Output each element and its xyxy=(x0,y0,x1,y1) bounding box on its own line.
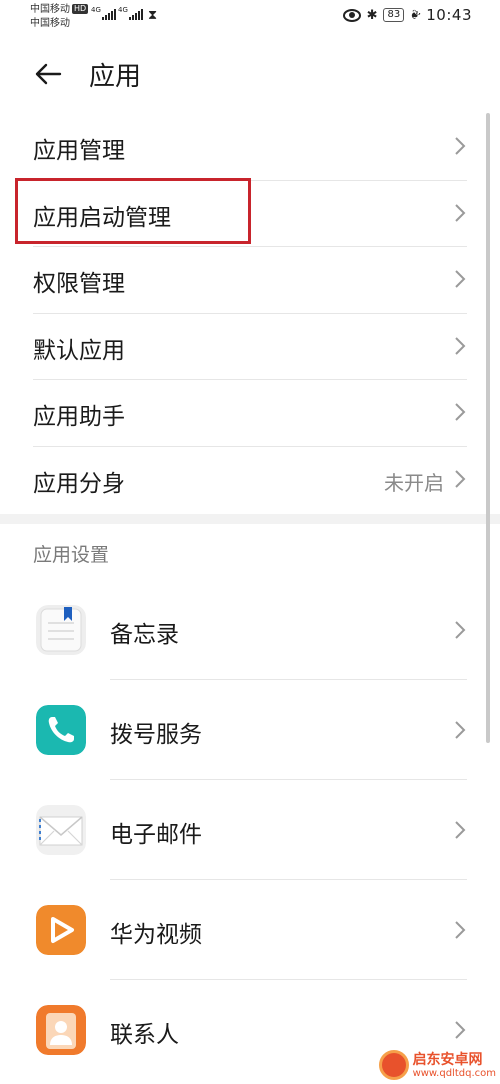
scrollbar[interactable] xyxy=(486,113,490,743)
phone-icon xyxy=(36,705,86,755)
app-item-huawei-video[interactable]: 华为视频 xyxy=(0,880,500,980)
app-list: 备忘录 拨号服务 电子邮件 华为视频 联系人 xyxy=(0,580,500,1080)
leaf-icon: ❦ xyxy=(407,6,424,24)
app-label: 联系人 xyxy=(110,1022,179,1048)
app-item-dialer[interactable]: 拨号服务 xyxy=(0,680,500,780)
eye-icon xyxy=(342,8,361,22)
envelope-icon xyxy=(36,805,86,855)
app-label: 拨号服务 xyxy=(110,722,202,748)
chevron-right-icon xyxy=(455,336,466,355)
chevron-right-icon xyxy=(455,621,466,639)
chevron-right-icon xyxy=(455,203,466,222)
watermark-logo-icon xyxy=(378,1050,409,1080)
chevron-right-icon xyxy=(455,721,466,739)
watermark: 启东安卓网 www.qdltdq.com xyxy=(378,1050,496,1080)
carrier-2: 中国移动 xyxy=(30,18,70,29)
menu-item-app-assistant[interactable]: 应用助手 xyxy=(0,380,500,447)
header: 应用 xyxy=(0,50,500,100)
back-arrow-icon[interactable] xyxy=(34,62,62,86)
app-label: 电子邮件 xyxy=(110,822,202,848)
menu-item-label: 默认应用 xyxy=(33,337,125,364)
chevron-right-icon xyxy=(455,137,466,155)
app-item-memo[interactable]: 备忘录 xyxy=(0,580,500,680)
menu-item-default-apps[interactable]: 默认应用 xyxy=(0,314,500,380)
chevron-right-icon xyxy=(455,921,466,939)
app-item-email[interactable]: 电子邮件 xyxy=(0,780,500,880)
watermark-url: www.qdltdq.com xyxy=(412,1067,496,1079)
menu-item-app-twin[interactable]: 应用分身 未开启 xyxy=(0,447,500,514)
clock: 10:43 xyxy=(426,6,472,24)
section-title: 应用设置 xyxy=(33,544,110,566)
signal-2-icon: 4G xyxy=(118,6,143,20)
status-bar: 中国移动 HD 中国移动 4G 4G ⧗ ✱ 83 ❦ 10:43 xyxy=(0,0,500,36)
app-twin-status: 未开启 xyxy=(384,470,444,495)
battery-icon: 83 xyxy=(383,8,405,22)
menu-item-app-management[interactable]: 应用管理 xyxy=(0,114,500,181)
carrier-1: 中国移动 HD xyxy=(30,4,89,15)
settings-menu: 应用管理 应用启动管理 权限管理 默认应用 应用助手 应用分身 未开启 xyxy=(0,114,500,513)
section-gap xyxy=(0,514,500,524)
menu-item-label: 权限管理 xyxy=(33,271,125,297)
menu-item-label: 应用助手 xyxy=(33,404,125,430)
bluetooth-icon: ✱ xyxy=(366,7,378,23)
menu-item-label: 应用管理 xyxy=(33,138,125,164)
hd-badge: HD xyxy=(72,4,89,14)
page-title: 应用 xyxy=(89,62,142,92)
notepad-icon xyxy=(36,605,86,655)
menu-item-permission-management[interactable]: 权限管理 xyxy=(0,247,500,314)
app-label: 华为视频 xyxy=(110,922,202,948)
watermark-text: 启东安卓网 xyxy=(412,1051,483,1068)
chevron-right-icon xyxy=(455,1021,466,1039)
contact-icon xyxy=(36,1005,86,1055)
highlight-box xyxy=(15,178,251,244)
play-icon xyxy=(36,905,86,955)
app-label: 备忘录 xyxy=(110,622,179,648)
menu-item-label: 应用分身 xyxy=(33,470,125,497)
chevron-right-icon xyxy=(455,469,466,488)
chevron-right-icon xyxy=(455,821,466,839)
signal-1-icon: 4G xyxy=(91,6,116,20)
chevron-right-icon xyxy=(455,403,466,421)
chevron-right-icon xyxy=(455,270,466,288)
hourglass-icon: ⧗ xyxy=(148,8,158,23)
